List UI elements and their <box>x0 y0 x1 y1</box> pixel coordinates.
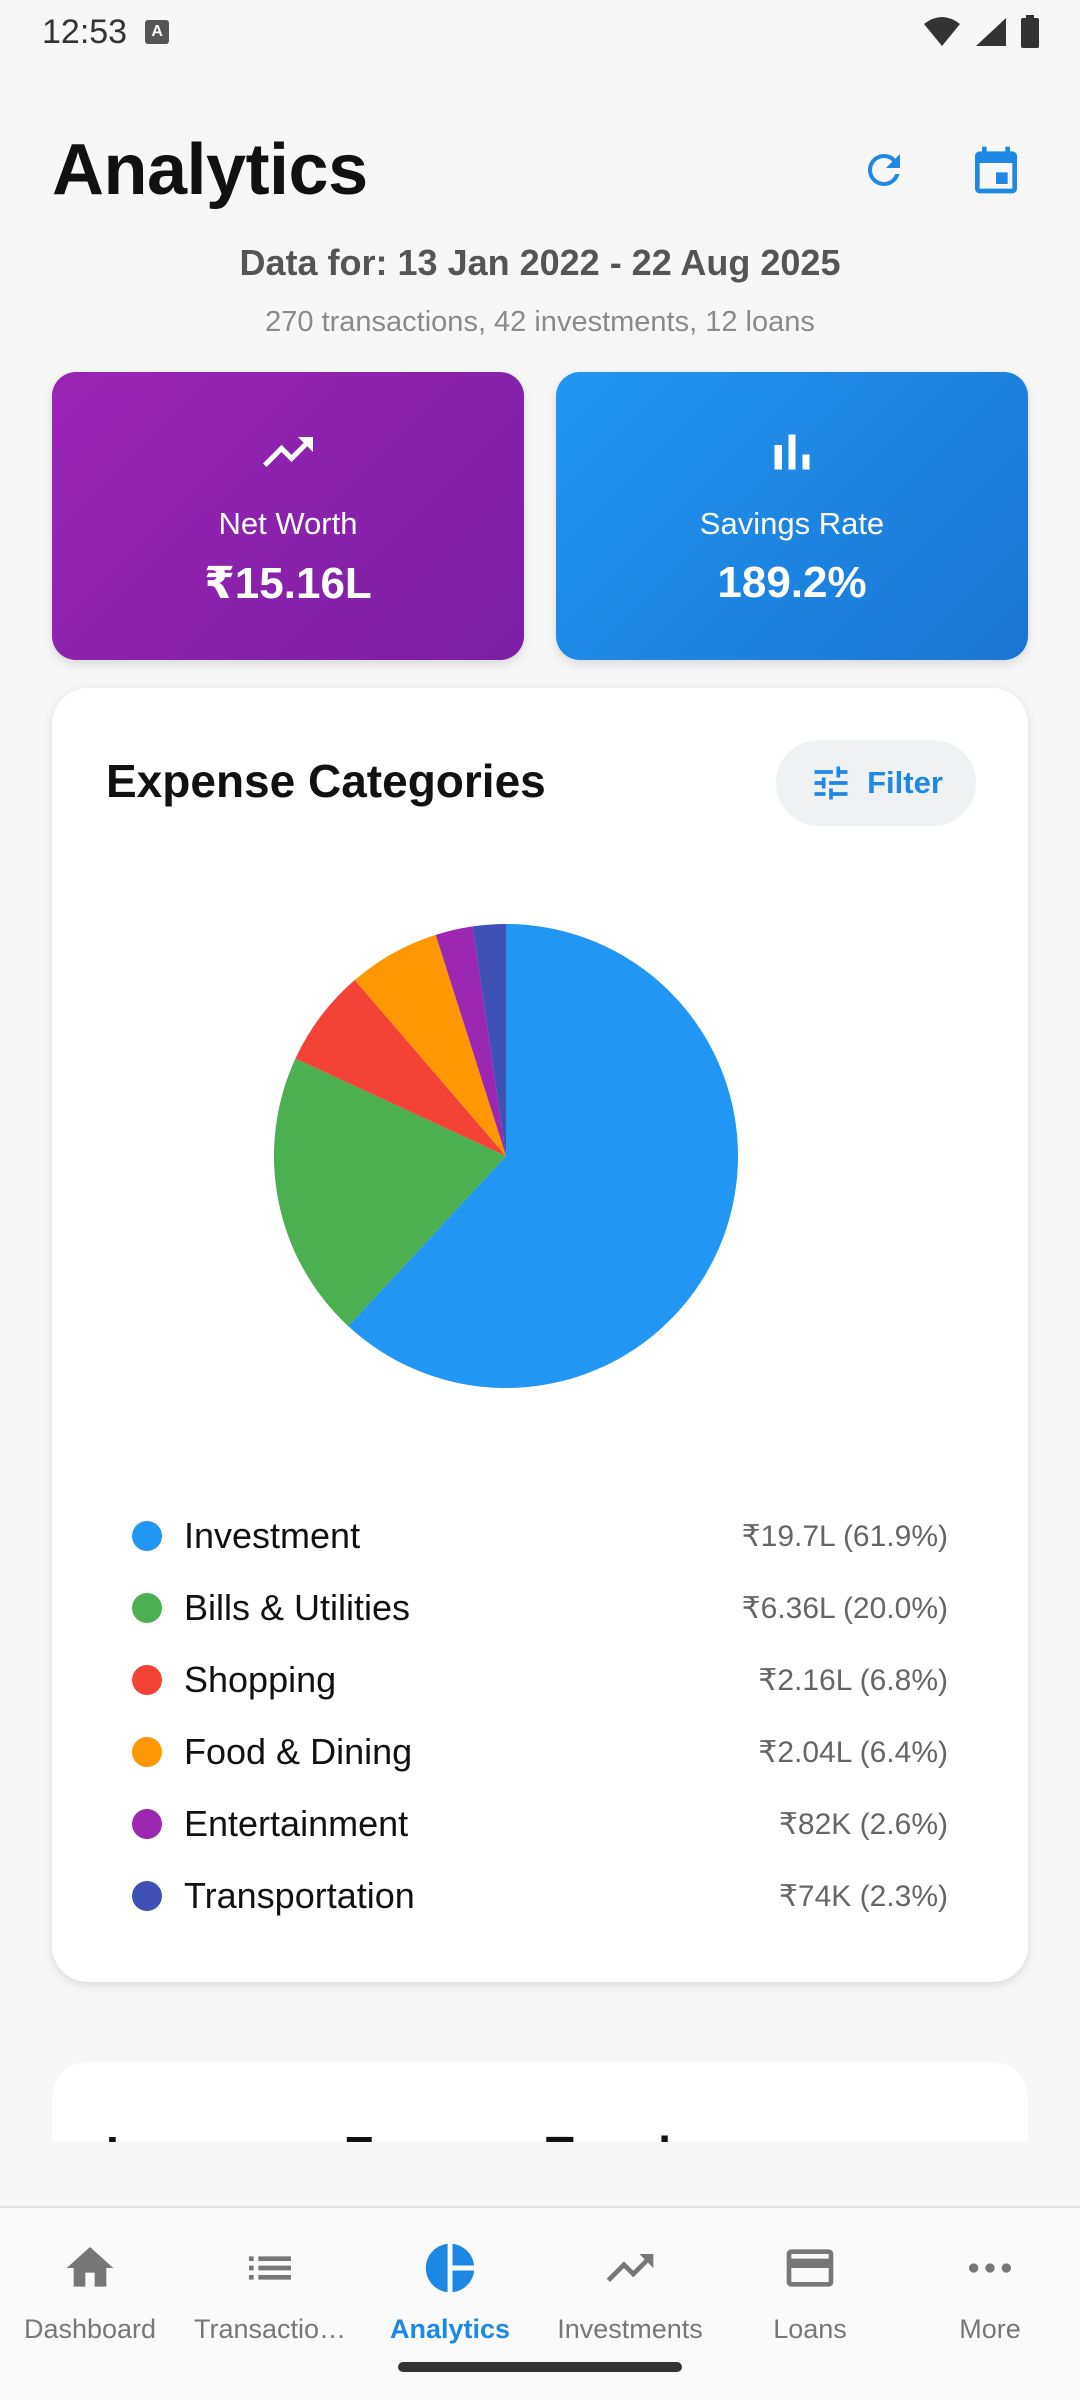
trending-up-icon <box>606 2254 654 2282</box>
legend-category-value: ₹2.04L (6.4%) <box>758 1735 948 1769</box>
legend-category-value: ₹2.16L (6.8%) <box>758 1663 948 1697</box>
savings-rate-card[interactable]: Savings Rate 189.2% <box>556 372 1028 660</box>
legend-category-value: ₹6.36L (20.0%) <box>741 1591 948 1625</box>
legend-color-dot <box>132 1593 162 1623</box>
net-worth-card[interactable]: Net Worth ₹15.16L <box>52 372 524 660</box>
expense-categories-card: Expense Categories Filter Investment ₹19.… <box>52 688 1028 1982</box>
legend-item: Shopping ₹2.16L (6.8%) <box>132 1644 948 1716</box>
nav-label-loans: Loans <box>773 2314 847 2344</box>
notification-badge-icon: A <box>145 20 170 44</box>
signal-icon <box>976 18 1006 46</box>
legend-category-name: Shopping <box>184 1659 337 1700</box>
more-icon <box>969 2263 1011 2273</box>
net-worth-value: ₹15.16L <box>204 559 372 608</box>
refresh-button[interactable] <box>852 138 916 202</box>
header: Analytics <box>52 120 1028 220</box>
net-worth-label: Net Worth <box>218 506 358 541</box>
list-icon <box>249 2256 291 2280</box>
nav-item-loans[interactable]: Loans <box>720 2208 900 2400</box>
nav-item-dashboard[interactable]: Dashboard <box>0 2208 180 2400</box>
nav-label-analytics: Analytics <box>389 2314 511 2344</box>
expense-legend: Investment ₹19.7L (61.9%) Bills & Utilitie… <box>132 1500 948 1932</box>
income-expense-trend-card: Income vs Expense Trend <box>52 2062 1028 2142</box>
home-icon <box>66 2247 114 2287</box>
record-counts-text: 270 transactions, 42 investments, 12 loa… <box>265 306 815 338</box>
refresh-icon <box>867 153 900 186</box>
legend-category-name: Investment <box>184 1515 361 1556</box>
legend-category-value: ₹74K (2.3%) <box>778 1879 948 1913</box>
legend-color-dot <box>132 1881 162 1911</box>
nav-label-more: More <box>959 2314 1021 2344</box>
legend-item: Transportation ₹74K (2.3%) <box>132 1860 948 1932</box>
pie-chart-icon <box>425 2243 475 2293</box>
savings-rate-label: Savings Rate <box>699 506 885 541</box>
legend-category-name: Bills & Utilities <box>184 1587 411 1628</box>
nav-label-investments: Investments <box>557 2314 703 2344</box>
legend-category-value: ₹19.7L (61.9%) <box>741 1519 948 1553</box>
trending-up-icon <box>263 437 313 467</box>
battery-icon <box>1021 15 1039 48</box>
calendar-button[interactable] <box>964 138 1028 202</box>
page-title: Analytics <box>52 130 368 210</box>
filter-button[interactable]: Filter <box>776 740 976 826</box>
nav-label-transactions: Transactio… <box>193 2314 347 2344</box>
date-range-text: Data for: 13 Jan 2022 - 22 Aug 2025 <box>239 242 841 283</box>
expense-categories-title: Expense Categories <box>106 755 546 807</box>
legend-color-dot <box>132 1737 162 1767</box>
nav-item-transactions[interactable]: Transactio… <box>180 2208 360 2400</box>
legend-color-dot <box>132 1665 162 1695</box>
bar-chart-icon <box>774 434 810 470</box>
savings-rate-value: 189.2% <box>717 558 867 607</box>
legend-color-dot <box>132 1521 162 1551</box>
legend-color-dot <box>132 1809 162 1839</box>
calendar-icon <box>975 146 1017 194</box>
filter-label: Filter <box>867 765 943 800</box>
legend-category-value: ₹82K (2.6%) <box>778 1807 948 1841</box>
status-time: 12:53 <box>42 12 128 51</box>
nav-label-dashboard: Dashboard <box>23 2314 157 2344</box>
legend-category-name: Transportation <box>184 1875 415 1916</box>
legend-category-name: Food & Dining <box>184 1731 413 1772</box>
wifi-icon <box>924 17 960 46</box>
legend-item: Bills & Utilities ₹6.36L (20.0%) <box>132 1572 948 1644</box>
nav-item-more[interactable]: More <box>900 2208 1080 2400</box>
legend-item: Food & Dining ₹2.04L (6.4%) <box>132 1716 948 1788</box>
legend-item: Investment ₹19.7L (61.9%) <box>132 1500 948 1572</box>
home-indicator <box>398 2362 682 2372</box>
legend-item: Entertainment ₹82K (2.6%) <box>132 1788 948 1860</box>
status-bar: 12:53 A <box>0 0 1080 64</box>
tune-icon <box>814 766 848 800</box>
expense-pie-chart <box>274 924 738 1388</box>
trend-title: Income vs Expense Trend <box>106 2126 671 2142</box>
legend-category-name: Entertainment <box>184 1803 409 1844</box>
credit-card-icon <box>786 2249 834 2287</box>
